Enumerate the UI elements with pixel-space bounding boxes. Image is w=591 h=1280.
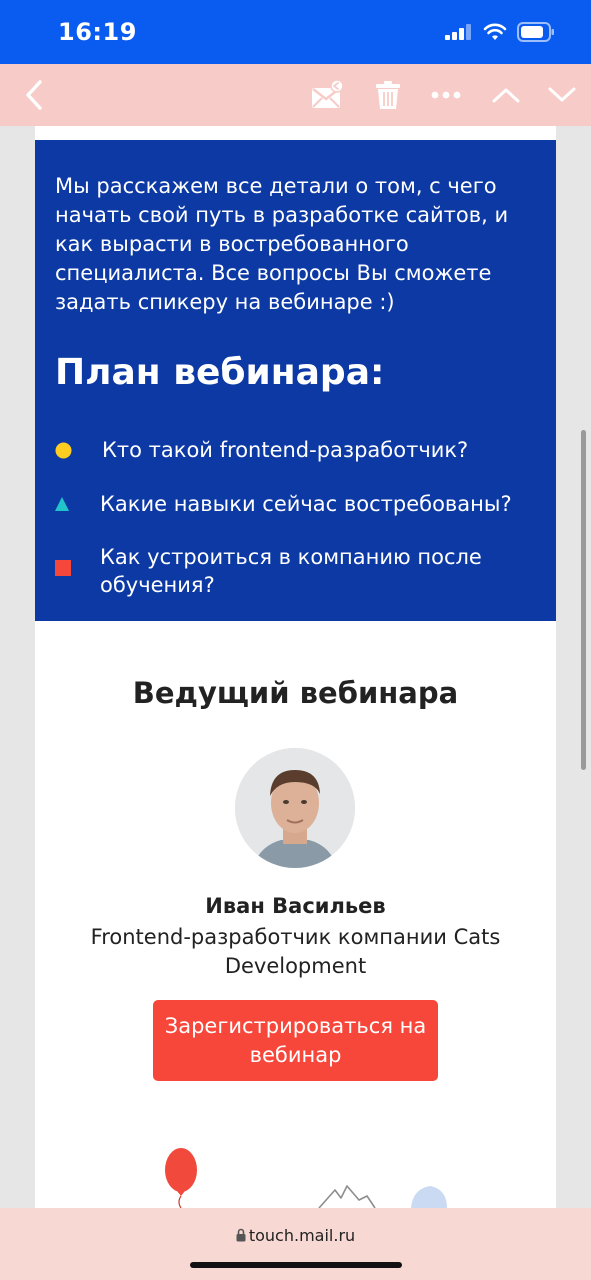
plan-item: Как устроиться в компанию после обучения… <box>55 543 525 599</box>
intro-text: Мы расскажем все детали о том, с чего на… <box>55 174 509 314</box>
mail-toolbar <box>0 64 591 126</box>
spam-button[interactable] <box>306 64 348 126</box>
trash-icon <box>376 81 400 109</box>
yellow-circle-icon <box>55 436 102 464</box>
status-bar: 16:19 <box>0 0 591 64</box>
previous-message-button[interactable] <box>488 64 524 126</box>
signal-icon <box>445 24 471 40</box>
mountain-icon <box>318 1185 376 1208</box>
plan-item-text: Какие навыки сейчас востребованы? <box>100 492 512 516</box>
register-button[interactable]: Зарегистрироваться на вебинар <box>153 1000 438 1081</box>
back-icon <box>26 80 42 110</box>
status-time: 16:19 <box>58 18 137 46</box>
chevron-down-icon <box>548 87 576 102</box>
cloud-icon <box>411 1186 447 1208</box>
url-text: touch.mail.ru <box>248 1226 356 1245</box>
url-display: touch.mail.ru <box>0 1226 591 1245</box>
browser-url-bar[interactable]: touch.mail.ru <box>0 1208 591 1280</box>
more-icon <box>431 91 461 99</box>
status-icons <box>445 22 555 42</box>
delete-button[interactable] <box>368 64 408 126</box>
red-square-icon <box>55 543 100 576</box>
battery-icon <box>517 22 554 42</box>
plan-item: Кто такой frontend-разработчик? <box>55 436 468 464</box>
more-button[interactable] <box>426 64 466 126</box>
move-to-spam-icon <box>312 79 344 108</box>
balloon-icon <box>165 1148 197 1208</box>
back-button[interactable] <box>12 64 56 126</box>
plan-item-text: Как устроиться в компанию после обучения… <box>100 545 482 597</box>
scrollbar[interactable] <box>581 430 586 770</box>
host-role: Frontend-разработчик компании Cats Devel… <box>90 925 501 978</box>
next-message-button[interactable] <box>544 64 580 126</box>
decorative-illustration <box>165 1148 447 1208</box>
home-indicator <box>190 1262 402 1268</box>
plan-item-text: Кто такой frontend-разработчик? <box>102 438 469 462</box>
webinar-info-block: Мы расскажем все детали о том, с чего на… <box>35 140 556 621</box>
teal-triangle-icon <box>55 490 100 518</box>
wifi-icon <box>483 23 507 40</box>
chevron-up-icon <box>492 88 520 103</box>
host-name: Иван Васильев <box>205 894 386 918</box>
email-body: Мы расскажем все детали о том, с чего на… <box>35 126 556 1208</box>
lock-icon <box>236 1228 246 1242</box>
plan-item: Какие навыки сейчас востребованы? <box>55 490 512 518</box>
host-avatar <box>235 748 355 868</box>
host-section-title: Ведущий вебинара <box>132 676 459 710</box>
plan-title: План вебинара: <box>55 352 385 393</box>
